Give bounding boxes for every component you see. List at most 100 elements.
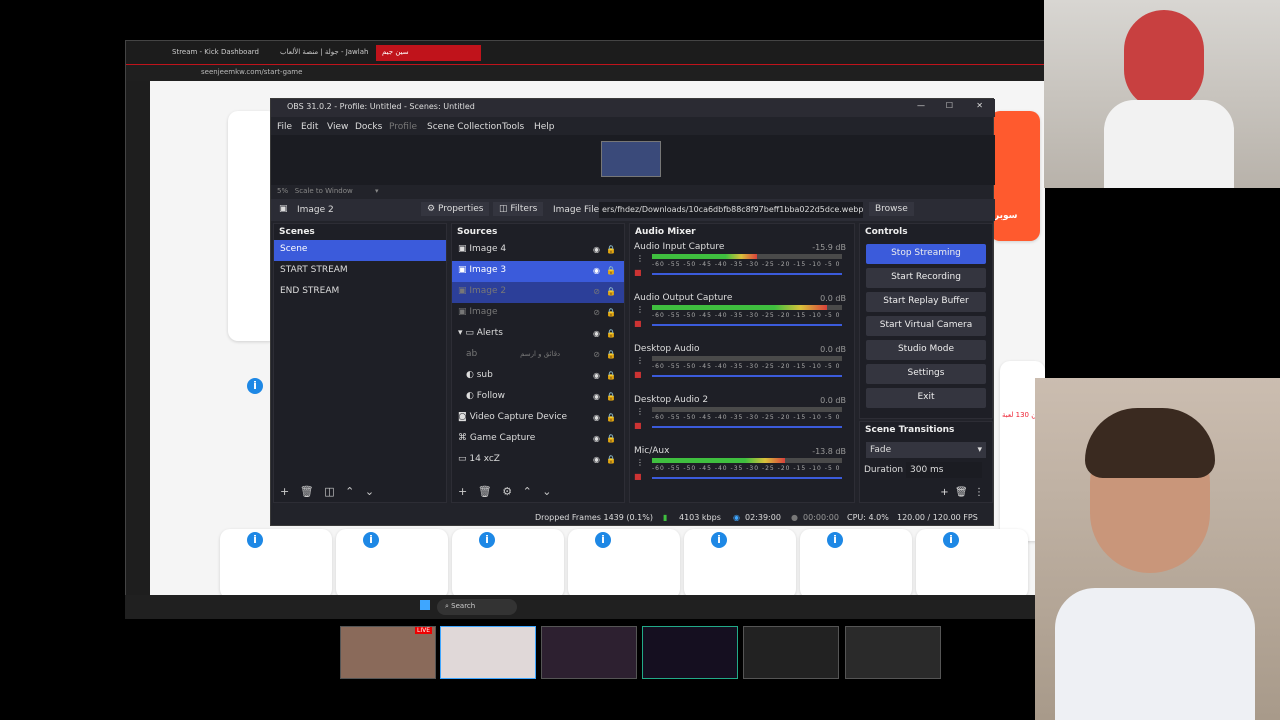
info-icon[interactable]: i	[711, 532, 727, 548]
volume-slider[interactable]	[652, 324, 842, 326]
menu-file[interactable]: File	[277, 122, 292, 132]
filter-icon[interactable]: ◫	[324, 485, 334, 498]
trash-icon[interactable]: 🗑	[955, 487, 968, 498]
more-icon[interactable]: ⋮	[636, 407, 644, 416]
info-icon[interactable]: i	[595, 532, 611, 548]
volume-slider[interactable]	[652, 375, 842, 377]
maximize-icon[interactable]: ☐	[946, 101, 953, 110]
lock-icon[interactable]: 🔒	[606, 350, 616, 359]
menu-docks[interactable]: Docks	[355, 122, 382, 132]
add-icon[interactable]: +	[940, 487, 948, 498]
preview-scale-control[interactable]: 5% Scale to Window ▾	[277, 187, 378, 195]
lock-icon[interactable]: 🔒	[606, 329, 616, 338]
menu-edit[interactable]: Edit	[301, 122, 318, 132]
eye-icon[interactable]: ◉	[593, 329, 600, 338]
settings-button[interactable]: Settings	[866, 364, 986, 384]
eye-icon[interactable]: ◉	[593, 371, 600, 380]
stream-thumbnail[interactable]	[440, 626, 536, 679]
move-up-icon[interactable]: ⌃	[523, 485, 532, 498]
scene-item[interactable]: END STREAM	[274, 282, 446, 303]
eye-hidden-icon[interactable]: ⊘	[593, 350, 600, 359]
source-item[interactable]: ▣ Image 3 ◉ 🔒	[452, 261, 624, 282]
lock-icon[interactable]: 🔒	[606, 434, 616, 443]
preview-canvas[interactable]	[601, 141, 661, 177]
duration-field[interactable]: 300 ms	[906, 462, 982, 478]
taskbar-search[interactable]: ⌕ Search	[437, 599, 517, 615]
more-icon[interactable]: ⋮	[636, 458, 644, 467]
source-item[interactable]: ◙ Video Capture Device ◉ 🔒	[452, 408, 624, 429]
menu-profile[interactable]: Profile	[389, 122, 417, 132]
menu-tools[interactable]: Tools	[502, 122, 524, 132]
tab-jawlah[interactable]: جولة | منصة الألعاب - Jawlah	[274, 45, 374, 61]
info-icon[interactable]: i	[247, 378, 263, 394]
source-item[interactable]: ◐ sub ◉ 🔒	[452, 366, 624, 387]
mute-icon[interactable]: ■	[634, 370, 642, 379]
more-icon[interactable]: ⋮	[974, 487, 984, 498]
volume-slider[interactable]	[652, 477, 842, 479]
menu-help[interactable]: Help	[534, 122, 555, 132]
stream-thumbnail[interactable]: LIVE	[340, 626, 436, 679]
transition-select[interactable]: Fade ▾	[866, 442, 986, 458]
game-card[interactable]	[800, 529, 912, 599]
stop-streaming-button[interactable]: Stop Streaming	[866, 244, 986, 264]
more-icon[interactable]: ⋮	[636, 356, 644, 365]
info-icon[interactable]: i	[479, 532, 495, 548]
close-icon[interactable]: ✕	[976, 101, 983, 110]
volume-slider[interactable]	[652, 426, 842, 428]
lock-icon[interactable]: 🔒	[606, 392, 616, 401]
scene-item[interactable]: Scene	[274, 240, 446, 261]
eye-icon[interactable]: ◉	[593, 455, 600, 464]
lock-icon[interactable]: 🔒	[606, 455, 616, 464]
eye-hidden-icon[interactable]: ⊘	[593, 287, 600, 296]
tab-kick-dashboard[interactable]: Stream - Kick Dashboard	[166, 45, 266, 61]
stream-thumbnail[interactable]	[642, 626, 738, 679]
trash-icon[interactable]: 🗑	[478, 485, 492, 498]
add-icon[interactable]: +	[458, 485, 467, 498]
source-item[interactable]: ⌘ Game Capture ◉ 🔒	[452, 429, 624, 450]
lock-icon[interactable]: 🔒	[606, 308, 616, 317]
game-card[interactable]	[568, 529, 680, 599]
game-card[interactable]	[452, 529, 564, 599]
move-up-icon[interactable]: ⌃	[345, 485, 354, 498]
start-virtual-camera-button[interactable]: Start Virtual Camera	[866, 316, 986, 336]
tab-seenjeem[interactable]: سين جيم	[376, 45, 481, 61]
mute-icon[interactable]: ■	[634, 472, 642, 481]
address-bar[interactable]: seenjeemkw.com/start-game	[126, 65, 1046, 81]
info-icon[interactable]: i	[943, 532, 959, 548]
move-down-icon[interactable]: ⌄	[542, 485, 551, 498]
exit-button[interactable]: Exit	[866, 388, 986, 408]
source-item[interactable]: ◐ Follow ◉ 🔒	[452, 387, 624, 408]
volume-slider[interactable]	[652, 273, 842, 275]
stream-thumbnail[interactable]	[743, 626, 839, 679]
info-icon[interactable]: i	[827, 532, 843, 548]
image-path-field[interactable]: ers/fhdez/Downloads/10ca6dbfb88c8f97beff…	[599, 202, 863, 218]
info-icon[interactable]: i	[363, 532, 379, 548]
mute-icon[interactable]: ■	[634, 268, 642, 277]
properties-button[interactable]: ⚙ Properties	[421, 202, 490, 216]
mute-icon[interactable]: ■	[634, 319, 642, 328]
source-item[interactable]: ▭ 14 xcZ ◉ 🔒	[452, 450, 624, 471]
source-item[interactable]: ab دقائق و ارسم ⊘ 🔒	[452, 345, 624, 366]
lock-icon[interactable]: 🔒	[606, 245, 616, 254]
source-item[interactable]: ▣ Image 4 ◉ 🔒	[452, 240, 624, 261]
game-card[interactable]	[220, 529, 332, 599]
lock-icon[interactable]: 🔒	[606, 413, 616, 422]
move-down-icon[interactable]: ⌄	[365, 485, 374, 498]
start-recording-button[interactable]: Start Recording	[866, 268, 986, 288]
info-icon[interactable]: i	[247, 532, 263, 548]
more-icon[interactable]: ⋮	[636, 254, 644, 263]
lock-icon[interactable]: 🔒	[606, 266, 616, 275]
start-replay-buffer-button[interactable]: Start Replay Buffer	[866, 292, 986, 312]
eye-icon[interactable]: ◉	[593, 266, 600, 275]
lock-icon[interactable]: 🔒	[606, 287, 616, 296]
mute-icon[interactable]: ■	[634, 421, 642, 430]
add-icon[interactable]: +	[280, 485, 289, 498]
stream-thumbnail[interactable]	[845, 626, 941, 679]
filters-button[interactable]: ◫ Filters	[493, 202, 544, 216]
menu-view[interactable]: View	[327, 122, 348, 132]
more-icon[interactable]: ⋮	[636, 305, 644, 314]
eye-icon[interactable]: ◉	[593, 392, 600, 401]
lock-icon[interactable]: 🔒	[606, 371, 616, 380]
game-card[interactable]	[684, 529, 796, 599]
minimize-icon[interactable]: —	[917, 101, 925, 110]
